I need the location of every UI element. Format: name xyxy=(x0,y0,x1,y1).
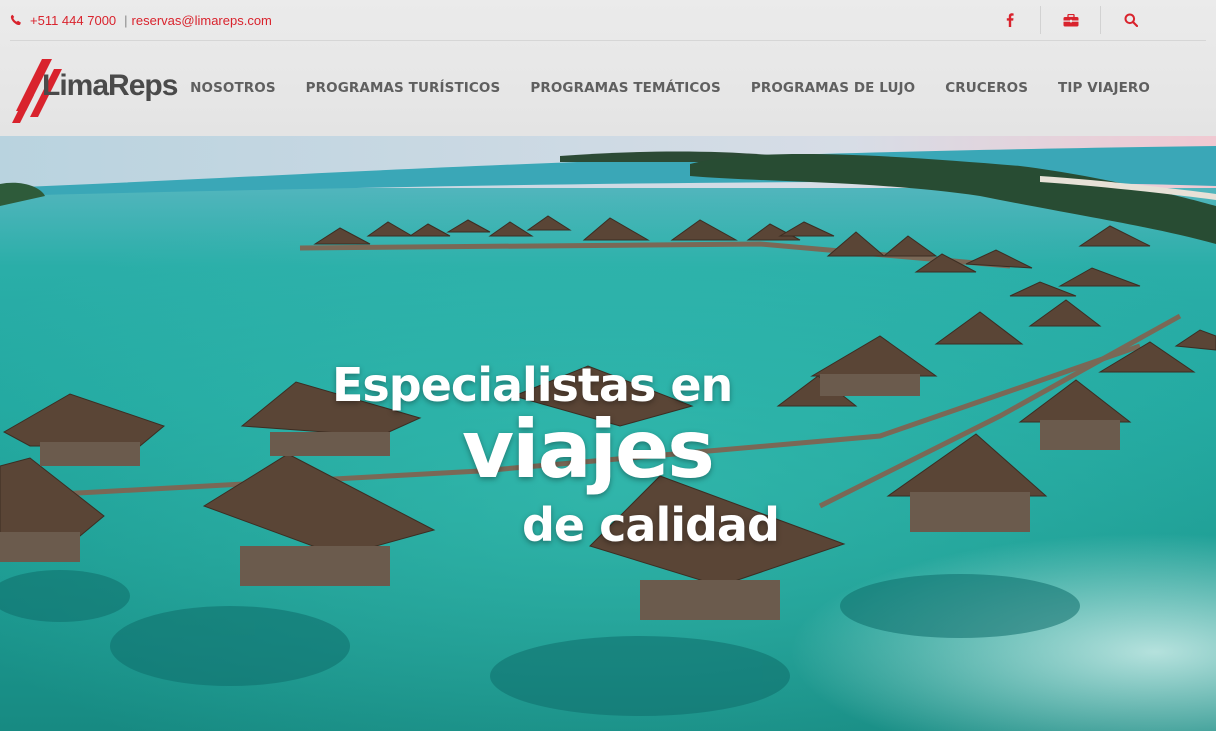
briefcase-icon xyxy=(1063,13,1079,27)
top-bar: +511 444 7000 | reservas@limareps.com xyxy=(0,0,1216,40)
briefcase-button[interactable] xyxy=(1040,6,1100,34)
hero-line-calidad: de calidad xyxy=(522,498,780,552)
topbar-actions xyxy=(980,6,1160,34)
nav-item-nosotros[interactable]: NOSOTROS xyxy=(190,80,276,96)
nav-item-programas-turisticos[interactable]: PROGRAMAS TURÍSTICOS xyxy=(306,80,501,96)
search-icon xyxy=(1124,13,1138,27)
logo-text-reps: Reps xyxy=(108,69,178,102)
contact-info: +511 444 7000 | reservas@limareps.com xyxy=(10,10,272,30)
site-header: +511 444 7000 | reservas@limareps.com Li… xyxy=(0,0,1216,136)
topbar-divider xyxy=(10,40,1206,41)
email-link[interactable]: reservas@limareps.com xyxy=(132,13,272,28)
limareps-logo[interactable]: LimaReps xyxy=(12,53,190,127)
nav-item-cruceros[interactable]: CRUCEROS xyxy=(945,80,1028,96)
phone-icon xyxy=(10,14,22,26)
hero-line-viajes: viajes xyxy=(462,403,715,496)
facebook-button[interactable] xyxy=(980,6,1040,34)
contact-separator: | xyxy=(124,12,128,28)
nav-item-programas-tematicos[interactable]: PROGRAMAS TEMÁTICOS xyxy=(530,80,721,96)
search-button[interactable] xyxy=(1100,6,1160,34)
nav-item-programas-de-lujo[interactable]: PROGRAMAS DE LUJO xyxy=(751,80,915,96)
logo-wordmark: LimaReps xyxy=(42,69,178,103)
facebook-icon xyxy=(1006,13,1014,27)
hero-headline: Especialistas en viajes de calidad xyxy=(0,136,1216,731)
hero-banner: Especialistas en viajes de calidad xyxy=(0,136,1216,731)
logo-text-lima: Lima xyxy=(42,69,109,102)
nav-item-tip-viajero[interactable]: TIP VIAJERO xyxy=(1058,80,1150,96)
main-nav: NOSOTROS PROGRAMAS TURÍSTICOS PROGRAMAS … xyxy=(190,76,1150,100)
phone-number[interactable]: +511 444 7000 xyxy=(30,13,116,28)
